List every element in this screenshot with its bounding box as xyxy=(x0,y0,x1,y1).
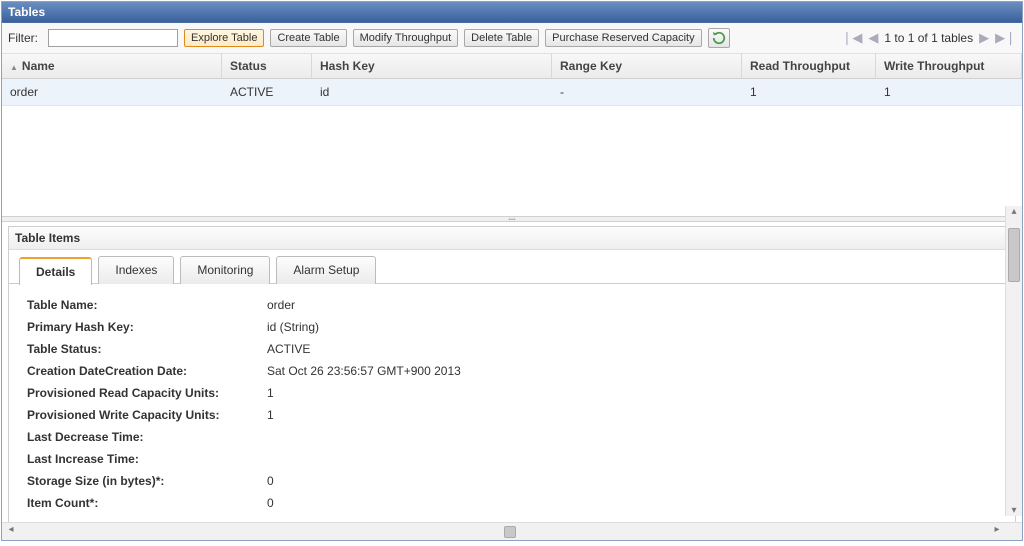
label-last-increase: Last Increase Time: xyxy=(27,452,267,466)
table-items-panel: Table Items Details Indexes Monitoring A… xyxy=(8,226,1016,523)
scroll-up-icon[interactable]: ▴ xyxy=(1006,206,1022,217)
col-status[interactable]: Status xyxy=(222,54,312,78)
row-range: - xyxy=(552,79,742,105)
modify-throughput-button[interactable]: Modify Throughput xyxy=(353,29,459,47)
label-item-count: Item Count*: xyxy=(27,496,267,510)
value-primary-hash: id (String) xyxy=(267,320,319,334)
label-table-name: Table Name: xyxy=(27,298,267,312)
label-write-units: Provisioned Write Capacity Units: xyxy=(27,408,267,422)
refresh-button[interactable] xyxy=(708,28,730,48)
explore-table-button[interactable]: Explore Table xyxy=(184,29,264,47)
vertical-scrollbar[interactable]: ▴ ▾ xyxy=(1005,206,1022,516)
value-table-status: ACTIVE xyxy=(267,342,310,356)
pager-next-icon[interactable]: ▶ xyxy=(979,30,989,46)
row-status: ACTIVE xyxy=(222,79,312,105)
scroll-down-icon[interactable]: ▾ xyxy=(1006,505,1022,516)
value-write-units: 1 xyxy=(267,408,274,422)
value-read-units: 1 xyxy=(267,386,274,400)
label-creation-date: Creation DateCreation Date: xyxy=(27,364,267,378)
value-item-count: 0 xyxy=(267,496,274,510)
table-items-title: Table Items xyxy=(9,227,1015,250)
pager-prev-icon[interactable]: ◀ xyxy=(868,30,878,46)
col-read[interactable]: Read Throughput xyxy=(742,54,876,78)
filter-label: Filter: xyxy=(8,31,38,45)
label-table-status: Table Status: xyxy=(27,342,267,356)
horizontal-scrollbar[interactable]: ◂ ▸ xyxy=(2,522,1022,540)
filter-input[interactable] xyxy=(48,29,178,47)
delete-table-button[interactable]: Delete Table xyxy=(464,29,539,47)
hscroll-thumb[interactable] xyxy=(504,526,516,538)
panel-title: Tables xyxy=(2,2,1022,23)
scroll-right-icon[interactable]: ▸ xyxy=(990,524,1004,535)
tabs: Details Indexes Monitoring Alarm Setup xyxy=(9,250,1015,284)
scroll-left-icon[interactable]: ◂ xyxy=(4,524,18,535)
pager-last-icon[interactable]: ▶❘ xyxy=(995,30,1016,46)
value-table-name: order xyxy=(267,298,295,312)
tab-details[interactable]: Details xyxy=(19,257,92,285)
tables-panel: Tables Filter: Explore Table Create Tabl… xyxy=(1,1,1023,541)
value-storage-size: 0 xyxy=(267,474,274,488)
scroll-thumb[interactable] xyxy=(1008,228,1020,282)
row-name: order xyxy=(2,79,222,105)
create-table-button[interactable]: Create Table xyxy=(270,29,346,47)
label-last-decrease: Last Decrease Time: xyxy=(27,430,267,444)
row-hash: id xyxy=(312,79,552,105)
label-storage-size: Storage Size (in bytes)*: xyxy=(27,474,267,488)
details-body: Table Name:order Primary Hash Key:id (St… xyxy=(9,283,1015,522)
grid-header: ▲Name Status Hash Key Range Key Read Thr… xyxy=(2,54,1022,79)
label-primary-hash: Primary Hash Key: xyxy=(27,320,267,334)
col-hash[interactable]: Hash Key xyxy=(312,54,552,78)
col-range[interactable]: Range Key xyxy=(552,54,742,78)
pager-text: 1 to 1 of 1 tables xyxy=(884,31,973,45)
value-creation-date: Sat Oct 26 23:56:57 GMT+900 2013 xyxy=(267,364,461,378)
pager-first-icon[interactable]: ❘◀ xyxy=(841,30,862,46)
label-read-units: Provisioned Read Capacity Units: xyxy=(27,386,267,400)
grid-empty-area xyxy=(2,106,1022,216)
tab-indexes[interactable]: Indexes xyxy=(98,256,174,284)
pager: ❘◀ ◀ 1 to 1 of 1 tables ▶ ▶❘ xyxy=(841,30,1016,46)
toolbar: Filter: Explore Table Create Table Modif… xyxy=(2,23,1022,54)
col-name[interactable]: ▲Name xyxy=(2,54,222,78)
row-read: 1 xyxy=(742,79,876,105)
col-write[interactable]: Write Throughput xyxy=(876,54,1022,78)
purchase-capacity-button[interactable]: Purchase Reserved Capacity xyxy=(545,29,701,47)
tab-alarm-setup[interactable]: Alarm Setup xyxy=(276,256,376,284)
table-row[interactable]: order ACTIVE id - 1 1 xyxy=(2,79,1022,106)
tab-monitoring[interactable]: Monitoring xyxy=(180,256,270,284)
sort-asc-icon: ▲ xyxy=(10,63,18,72)
refresh-icon xyxy=(712,31,726,45)
row-write: 1 xyxy=(876,79,1022,105)
splitter-handle[interactable]: •••• xyxy=(2,216,1022,222)
